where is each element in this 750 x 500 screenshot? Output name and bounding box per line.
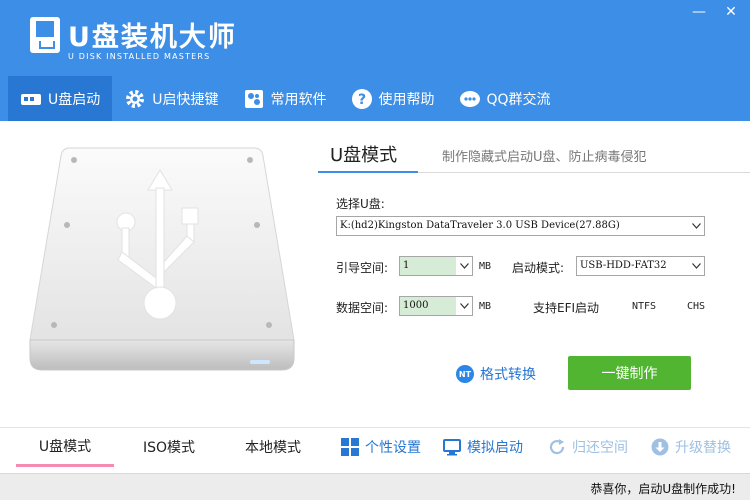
nav-item-label: QQ群交流 bbox=[486, 91, 551, 108]
disk-select[interactable]: K:(hd2)Kingston DataTraveler 3.0 USB Dev… bbox=[336, 216, 705, 236]
tab-local-mode[interactable]: 本地模式 bbox=[224, 427, 322, 467]
efi-option[interactable]: 支持EFI启动 bbox=[533, 299, 599, 316]
main-nav: U盘启动 U启快捷键 常用软件 ? 使用帮助 QQ群交流 bbox=[8, 76, 563, 121]
grid-icon bbox=[341, 438, 359, 456]
usb-logo-icon bbox=[30, 17, 60, 53]
restore-space-button[interactable]: 归还空间 bbox=[548, 427, 628, 467]
personalize-label: 个性设置 bbox=[365, 440, 421, 456]
boot-space-unit: MB bbox=[479, 261, 492, 272]
ntfs-badge-icon: NT bbox=[456, 365, 474, 383]
boot-space-value: 1 bbox=[403, 260, 410, 271]
nav-item-label: U盘启动 bbox=[48, 91, 101, 108]
app-logo: U盘装机大师 U DISK INSTALLED MASTERS bbox=[30, 15, 240, 61]
help-icon: ? bbox=[351, 88, 373, 110]
mode-title: U盘模式 bbox=[330, 145, 398, 166]
chs-option[interactable]: CHS bbox=[687, 301, 705, 312]
refresh-icon bbox=[548, 438, 566, 456]
data-space-value: 1000 bbox=[403, 300, 429, 311]
boot-mode-select[interactable]: USB-HDD-FAT32 bbox=[576, 256, 705, 276]
usb-drive-icon bbox=[20, 88, 42, 110]
window-controls: — ✕ bbox=[690, 4, 740, 20]
one-click-make-button[interactable]: 一键制作 bbox=[568, 356, 691, 390]
personalize-button[interactable]: 个性设置 bbox=[341, 427, 421, 467]
status-message: 恭喜你，启动U盘制作成功! bbox=[590, 482, 736, 496]
restore-space-label: 归还空间 bbox=[572, 440, 628, 456]
nav-item-help[interactable]: ? 使用帮助 bbox=[339, 76, 447, 121]
tab-iso-mode[interactable]: ISO模式 bbox=[120, 427, 218, 467]
data-space-select[interactable]: 1000 bbox=[399, 296, 473, 316]
nav-item-usb-boot[interactable]: U盘启动 bbox=[8, 76, 113, 121]
chevron-down-icon bbox=[688, 217, 704, 235]
data-space-unit: MB bbox=[479, 301, 492, 312]
chevron-down-icon bbox=[456, 257, 472, 275]
nav-item-label: 使用帮助 bbox=[378, 91, 435, 108]
usb-drive-illustration bbox=[22, 140, 302, 380]
software-icon bbox=[243, 88, 265, 110]
data-space-label: 数据空间: bbox=[336, 301, 389, 315]
upgrade-replace-label: 升级替换 bbox=[675, 440, 731, 456]
nav-item-label: U启快捷键 bbox=[152, 91, 219, 108]
chevron-down-icon bbox=[456, 297, 472, 315]
mode-description: 制作隐藏式启动U盘、防止病毒侵犯 bbox=[442, 150, 647, 165]
simulate-boot-button[interactable]: 模拟启动 bbox=[443, 427, 523, 467]
status-bar: 恭喜你，启动U盘制作成功! bbox=[0, 473, 750, 500]
qq-icon bbox=[459, 88, 481, 110]
nav-item-qq-group[interactable]: QQ群交流 bbox=[447, 76, 563, 121]
monitor-icon bbox=[443, 438, 461, 456]
boot-space-select[interactable]: 1 bbox=[399, 256, 473, 276]
boot-mode-value: USB-HDD-FAT32 bbox=[580, 260, 667, 271]
mode-title-underline bbox=[318, 171, 418, 173]
simulate-boot-label: 模拟启动 bbox=[467, 440, 523, 456]
nav-item-shortcut-keys[interactable]: U启快捷键 bbox=[112, 76, 230, 121]
minimize-button[interactable]: — bbox=[690, 4, 708, 20]
close-button[interactable]: ✕ bbox=[722, 4, 740, 20]
ntfs-option[interactable]: NTFS bbox=[632, 301, 656, 312]
tab-usb-mode[interactable]: U盘模式 bbox=[16, 427, 114, 467]
nav-item-software[interactable]: 常用软件 bbox=[231, 76, 339, 121]
app-title: U盘装机大师 bbox=[68, 22, 237, 53]
gear-icon bbox=[124, 88, 146, 110]
boot-mode-label: 启动模式: bbox=[512, 261, 565, 275]
download-icon bbox=[651, 438, 669, 456]
disk-select-value: K:(hd2)Kingston DataTraveler 3.0 USB Dev… bbox=[340, 220, 620, 231]
format-convert-link[interactable]: NT 格式转换 bbox=[456, 364, 536, 384]
nav-item-label: 常用软件 bbox=[270, 91, 327, 108]
select-disk-label: 选择U盘: bbox=[336, 197, 385, 211]
boot-space-label: 引导空间: bbox=[336, 261, 389, 275]
app-header: U盘装机大师 U DISK INSTALLED MASTERS — ✕ U盘启动… bbox=[0, 0, 750, 121]
format-convert-label: 格式转换 bbox=[480, 367, 536, 383]
chevron-down-icon bbox=[688, 257, 704, 275]
upgrade-replace-button[interactable]: 升级替换 bbox=[651, 427, 731, 467]
app-subtitle: U DISK INSTALLED MASTERS bbox=[68, 52, 211, 61]
svg-text:?: ? bbox=[357, 92, 365, 108]
